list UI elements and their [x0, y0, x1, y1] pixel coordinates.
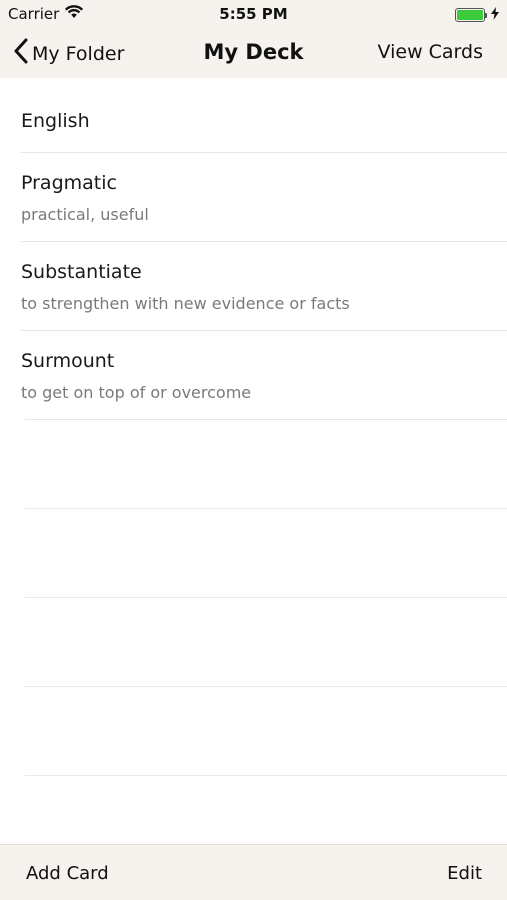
add-card-button[interactable]: Add Card [26, 863, 109, 884]
empty-row [0, 687, 507, 776]
view-cards-button[interactable]: View Cards [378, 41, 483, 63]
row-separator [25, 775, 507, 776]
list-item-subtitle: practical, useful [21, 205, 149, 224]
back-button[interactable]: My Folder [14, 38, 124, 69]
empty-row [0, 509, 507, 598]
list-item-title: Surmount [21, 350, 115, 372]
status-time: 5:55 PM [219, 5, 288, 23]
battery-indicator [455, 6, 499, 24]
list-item-subtitle: to strengthen with new evidence or facts [21, 294, 350, 313]
empty-row [0, 420, 507, 509]
navigation-bar: My Folder My Deck View Cards [0, 28, 507, 78]
list-item-title: Substantiate [21, 261, 142, 283]
empty-row [0, 598, 507, 687]
bottom-toolbar: Add Card Edit [0, 844, 507, 900]
list-item[interactable]: Surmount to get on top of or overcome [0, 331, 507, 420]
list-item-title: Pragmatic [21, 172, 117, 194]
list-item[interactable]: Pragmatic practical, useful [0, 153, 507, 242]
list-item-title: English [21, 110, 90, 132]
chevron-left-icon [14, 38, 28, 69]
battery-icon [455, 8, 485, 22]
status-bar: Carrier 5:55 PM [0, 0, 507, 28]
bolt-icon [491, 6, 499, 24]
card-list: English Pragmatic practical, useful Subs… [0, 78, 507, 776]
list-item[interactable]: English [0, 78, 507, 153]
list-item[interactable]: Substantiate to strengthen with new evid… [0, 242, 507, 331]
back-button-label: My Folder [32, 42, 125, 65]
list-item-subtitle: to get on top of or overcome [21, 383, 252, 402]
edit-button[interactable]: Edit [447, 863, 482, 884]
